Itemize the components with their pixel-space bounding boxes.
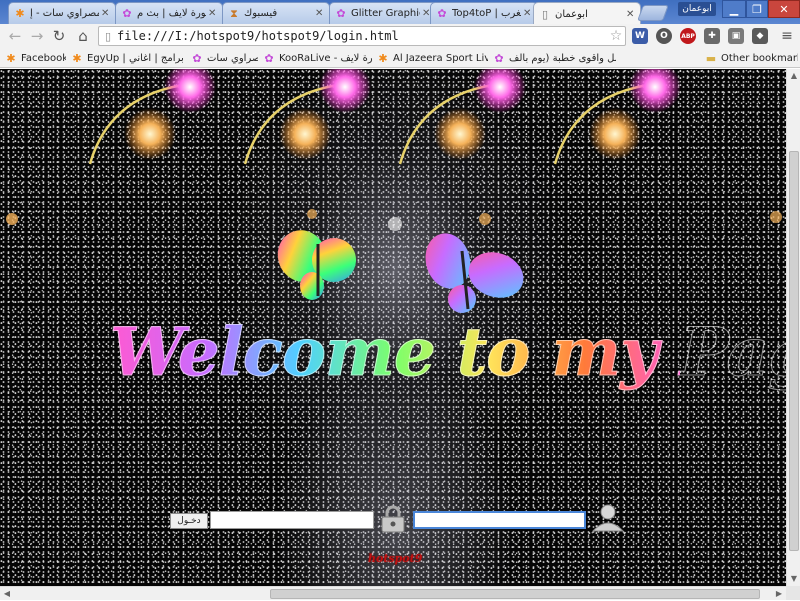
colorful-wheel-icon: ✿ [336, 7, 346, 20]
restore-icon: ❐ [752, 2, 762, 16]
colorful-wheel-icon: ✿ [192, 51, 202, 65]
bookmark-egyup[interactable]: ✱ EgyUp | برامج | اغاني | ... [70, 50, 186, 66]
tab-title: Top4toP | مغرب [452, 8, 521, 19]
menu-button[interactable]: ≡ [776, 25, 798, 47]
vertical-scrollbar[interactable]: ▲ ▼ [786, 69, 800, 586]
welcome-heading: Welcome to my Page... [110, 287, 787, 417]
bookmark-label: Al Jazeera Sport Live S [393, 52, 488, 64]
bookmark-label: KooRaLive - كورة لايف [279, 52, 372, 64]
firework-2 [243, 69, 371, 165]
scrollbar-corner [786, 586, 800, 600]
scroll-right-icon[interactable]: ▶ [772, 587, 786, 601]
address-bar[interactable]: ▯ file:///I:/hotspot9/hotspot9/login.htm… [98, 26, 626, 46]
username-field[interactable] [413, 511, 586, 529]
firework-3 [398, 69, 526, 165]
vertical-scroll-thumb[interactable] [789, 151, 799, 551]
bookmark-label: Facebook [21, 52, 66, 64]
bookmark-khutba[interactable]: ✿ اجمل واقوى خطبة (يوم بالف [492, 50, 616, 66]
minimize-icon: ▁ [729, 2, 739, 16]
bookmark-kooralive[interactable]: ✿ KooRaLive - كورة لايف [262, 50, 372, 66]
colorful-wheel-icon: ✿ [437, 7, 447, 20]
tab-facebook[interactable]: ⧗ فيسبوك ✕ [222, 2, 330, 24]
back-button[interactable]: ← [4, 25, 26, 47]
other-bookmarks-folder[interactable]: ▬ Other bookmarks [704, 50, 798, 66]
cube-extension-icon[interactable]: ◆ [752, 28, 768, 44]
bookmark-label: اجمل واقوى خطبة (يوم بالف [509, 52, 616, 64]
window-close-button[interactable]: ✕ [768, 0, 800, 18]
password-field[interactable] [210, 511, 374, 529]
tab-title: ابوعمان [555, 8, 588, 20]
new-tab-button[interactable] [637, 5, 669, 21]
save-extension-icon[interactable]: ▣ [728, 28, 744, 44]
colorful-wheel-icon: ✿ [494, 51, 504, 65]
asterisk-icon: ✱ [6, 51, 16, 65]
forward-button[interactable]: → [26, 25, 48, 47]
asterisk-icon: ✱ [378, 51, 388, 65]
page-viewport: Welcome to my Page... دخـول hotspot9 [0, 69, 786, 586]
minimize-button[interactable]: ▁ [722, 0, 746, 18]
hourglass-icon: ⧗ [230, 6, 238, 20]
colorful-wheel-icon: ✿ [264, 51, 274, 65]
user-icon [591, 504, 625, 532]
tab-title: كورة لايف | بث م [137, 8, 206, 19]
login-button[interactable]: دخـول [170, 513, 208, 529]
tab-koora[interactable]: ✿ كورة لايف | بث م ✕ [115, 2, 223, 24]
tab-strip: ✱ مصراوي سات - إ ✕ ✿ كورة لايف | بث م ✕ … [0, 0, 800, 25]
maximize-button[interactable]: ❐ [746, 0, 768, 18]
firework-4 [553, 69, 681, 165]
sparkles-decoration [6, 209, 782, 231]
tab-top4top[interactable]: ✿ Top4toP | مغرب ✕ [430, 2, 538, 24]
close-icon[interactable]: ✕ [523, 8, 533, 19]
bookmark-aljazeera[interactable]: ✱ Al Jazeera Sport Live S [376, 50, 488, 66]
bookmark-masrawy[interactable]: ✿ مصراوي سات [190, 50, 258, 66]
tab-title: فيسبوك [244, 8, 278, 19]
horizontal-scroll-thumb[interactable] [270, 589, 760, 599]
page-icon: ▯ [104, 29, 112, 43]
arrow-right-icon: → [30, 27, 44, 45]
bookmark-facebook[interactable]: ✱ Facebook [4, 50, 66, 66]
firework-1 [88, 69, 216, 165]
browser-toolbar: ← → ↻ ⌂ ▯ file:///I:/hotspot9/hotspot9/l… [0, 24, 800, 48]
tab-active-login[interactable]: ▯ ابوعمان ✕ [533, 2, 641, 25]
reload-button[interactable]: ↻ [48, 25, 70, 47]
tab-masrawy[interactable]: ✱ مصراوي سات - إ ✕ [8, 2, 116, 24]
profile-badge[interactable]: ابوعمان [678, 2, 716, 16]
close-icon: ✕ [779, 2, 789, 16]
adblock-icon[interactable]: ABP [680, 28, 696, 44]
hotspot-logo: hotspot9 [368, 552, 423, 565]
close-icon[interactable]: ✕ [315, 8, 325, 19]
folder-icon: ▬ [705, 51, 717, 65]
lock-icon [381, 505, 405, 533]
login-form: دخـول [0, 504, 786, 535]
colorful-wheel-icon: ✿ [122, 7, 132, 20]
bookmark-label: EgyUp | برامج | اغاني | ... [87, 52, 186, 64]
scroll-left-icon[interactable]: ◀ [0, 587, 14, 601]
close-icon[interactable]: ✕ [208, 8, 218, 19]
asterisk-icon: ✱ [15, 7, 25, 20]
asterisk-icon: ✱ [72, 51, 82, 65]
url-text[interactable]: file:///I:/hotspot9/hotspot9/login.html [117, 29, 607, 43]
arrow-left-icon: ← [8, 27, 22, 45]
w-extension-icon[interactable]: W [632, 28, 648, 44]
hamburger-menu-icon: ≡ [781, 28, 793, 44]
scroll-up-icon[interactable]: ▲ [787, 69, 800, 83]
page-icon: ▯ [541, 7, 549, 21]
home-button[interactable]: ⌂ [72, 25, 94, 47]
fireworks-decoration [88, 69, 681, 165]
bookmarks-bar: ✱ Facebook ✱ EgyUp | برامج | اغاني | ...… [0, 48, 800, 68]
horizontal-scrollbar[interactable]: ◀ ▶ [0, 586, 786, 600]
bookmark-label: Other bookmarks [721, 52, 798, 64]
close-icon[interactable]: ✕ [101, 8, 111, 19]
close-icon[interactable]: ✕ [626, 9, 636, 20]
bookmark-label: مصراوي سات [207, 52, 258, 64]
opera-extension-icon[interactable]: O [656, 28, 672, 44]
puzzle-extension-icon[interactable]: ✚ [704, 28, 720, 44]
tab-glitter[interactable]: ✿ Glitter Graphic ✕ [329, 2, 437, 24]
scroll-down-icon[interactable]: ▼ [787, 572, 800, 586]
home-icon: ⌂ [78, 27, 88, 45]
star-icon[interactable]: ☆ [607, 28, 625, 44]
reload-icon: ↻ [52, 27, 66, 45]
tab-title: مصراوي سات - إ [30, 8, 99, 19]
tab-title: Glitter Graphic [351, 8, 420, 19]
